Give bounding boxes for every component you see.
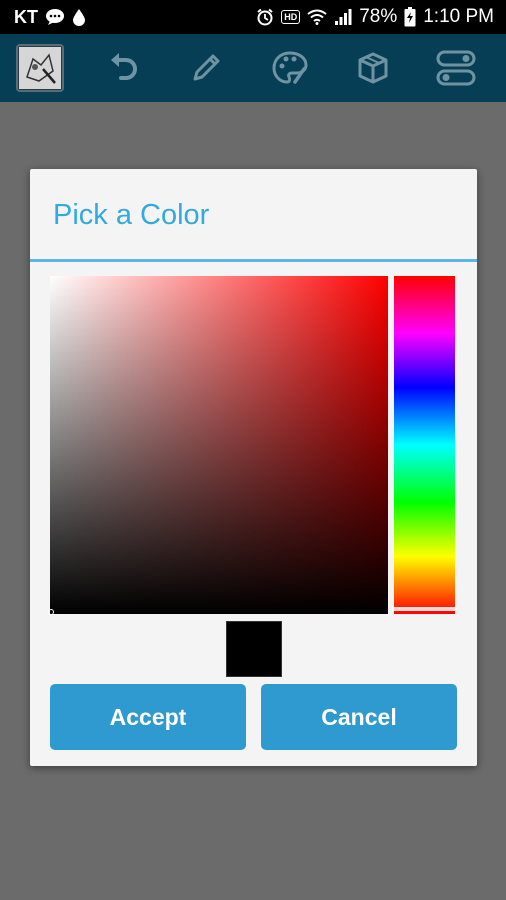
settings-toggle-button[interactable]	[432, 44, 480, 92]
hue-slider[interactable]	[394, 276, 455, 614]
status-bar-right: HD 78% 1:10 PM	[256, 6, 494, 28]
saturation-value-cursor[interactable]	[48, 609, 54, 615]
battery-percent: 78%	[359, 6, 398, 27]
canvas-thumbnail[interactable]	[16, 44, 64, 92]
carrier-label: KT	[14, 6, 38, 27]
status-bar-left: KT	[14, 7, 86, 28]
sketch-thumbnail-image	[19, 47, 61, 89]
drop-icon	[72, 8, 86, 26]
selected-color-swatch	[226, 621, 282, 677]
palette-icon	[272, 51, 308, 84]
hue-slider-handle[interactable]	[392, 607, 457, 611]
chat-bubble-icon	[45, 8, 65, 26]
title-divider	[30, 259, 477, 262]
cube-icon	[358, 52, 388, 84]
palette-button[interactable]	[266, 44, 314, 92]
pencil-button[interactable]	[182, 44, 230, 92]
cube-button[interactable]	[349, 44, 397, 92]
status-bar: KT HD 78% 1:10 PM	[0, 0, 506, 34]
battery-charging-icon	[404, 7, 416, 27]
color-picker-dialog: Pick a Color Accept Cancel	[30, 169, 477, 766]
alarm-icon	[256, 8, 274, 26]
toggle-settings-icon	[436, 50, 476, 86]
hd-icon: HD	[281, 10, 301, 24]
undo-icon	[111, 53, 138, 80]
cancel-button[interactable]: Cancel	[261, 684, 457, 750]
app-toolbar	[0, 34, 506, 102]
pencil-icon	[193, 54, 220, 81]
wifi-icon	[307, 9, 327, 25]
signal-icon	[334, 8, 352, 26]
dialog-title: Pick a Color	[53, 199, 210, 231]
accept-button[interactable]: Accept	[50, 684, 246, 750]
saturation-value-picker[interactable]	[50, 276, 388, 614]
undo-button[interactable]	[99, 44, 147, 92]
clock: 1:10 PM	[423, 6, 494, 27]
